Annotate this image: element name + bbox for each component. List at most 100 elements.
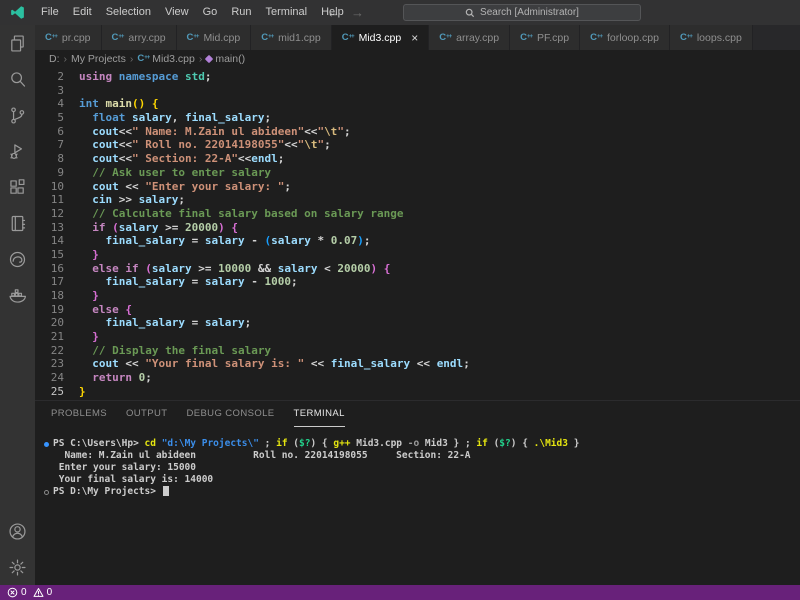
tab-mid3.cpp[interactable]: C++Mid3.cpp× bbox=[332, 25, 430, 50]
code-text: // Display the final salary bbox=[79, 344, 271, 358]
code-text: cout<<" Section: 22-A"<<endl; bbox=[79, 152, 284, 166]
breadcrumb-item-my-projects[interactable]: My Projects bbox=[71, 53, 126, 65]
bottom-panel: PROBLEMS OUTPUT DEBUG CONSOLE TERMINAL PS C… bbox=[35, 400, 800, 585]
code-line[interactable]: 15 } bbox=[35, 248, 800, 262]
panel-tab-debug-console[interactable]: DEBUG CONSOLE bbox=[186, 401, 274, 427]
code-text: cin >> salary; bbox=[79, 193, 185, 207]
tab-forloop.cpp[interactable]: C++forloop.cpp bbox=[580, 25, 670, 50]
extensions-icon[interactable] bbox=[0, 169, 35, 205]
tab-pr.cpp[interactable]: C++pr.cpp bbox=[35, 25, 102, 50]
terminal[interactable]: PS C:\Users\Hp> cd "d:\My Projects\" ; i… bbox=[35, 427, 800, 585]
cpp-file-icon: C++ bbox=[680, 33, 692, 43]
search-icon[interactable] bbox=[0, 61, 35, 97]
code-line[interactable]: 21 } bbox=[35, 330, 800, 344]
code-line[interactable]: 7 cout<<" Roll no. 22014198055"<<"\t"; bbox=[35, 138, 800, 152]
line-number: 6 bbox=[35, 125, 79, 139]
breadcrumb-item-mid3.cpp[interactable]: C++Mid3.cpp bbox=[137, 53, 195, 65]
code-line[interactable]: 25} bbox=[35, 385, 800, 399]
terminal-text: Name: M.Zain ul abideen Roll no. 2201419… bbox=[53, 450, 471, 462]
edge-icon[interactable] bbox=[0, 241, 35, 277]
notebook-icon[interactable] bbox=[0, 205, 35, 241]
status-bar: 0 0 bbox=[0, 585, 800, 600]
code-line[interactable]: 12 // Calculate final salary based on sa… bbox=[35, 207, 800, 221]
account-icon[interactable] bbox=[0, 513, 35, 549]
nav-back-icon[interactable]: ← bbox=[327, 5, 340, 20]
panel-tab-problems[interactable]: PROBLEMS bbox=[51, 401, 107, 427]
title-bar: FileEditSelectionViewGoRunTerminalHelp ←… bbox=[0, 0, 800, 25]
code-line[interactable]: 6 cout<<" Name: M.Zain ul abideen"<<"\t"… bbox=[35, 125, 800, 139]
tab-mid1.cpp[interactable]: C++mid1.cpp bbox=[251, 25, 332, 50]
panel-tab-terminal[interactable]: TERMINAL bbox=[294, 401, 345, 427]
code-line[interactable]: 5 float salary, final_salary; bbox=[35, 111, 800, 125]
cpp-file-icon: C++ bbox=[187, 33, 199, 43]
line-number: 13 bbox=[35, 221, 79, 235]
code-line[interactable]: 9 // Ask user to enter salary bbox=[35, 166, 800, 180]
code-line[interactable]: 19 else { bbox=[35, 303, 800, 317]
code-line[interactable]: 8 cout<<" Section: 22-A"<<endl; bbox=[35, 152, 800, 166]
problems-status[interactable]: 0 0 bbox=[7, 587, 52, 598]
tab-array.cpp[interactable]: C++array.cpp bbox=[429, 25, 510, 50]
breadcrumb-item-main-[interactable]: main() bbox=[206, 53, 245, 65]
settings-icon[interactable] bbox=[0, 549, 35, 585]
code-line[interactable]: 10 cout << "Enter your salary: "; bbox=[35, 180, 800, 194]
menu-view[interactable]: View bbox=[158, 0, 196, 25]
tab-arry.cpp[interactable]: C++arry.cpp bbox=[102, 25, 177, 50]
run-debug-icon[interactable] bbox=[0, 133, 35, 169]
code-line[interactable]: 11 cin >> salary; bbox=[35, 193, 800, 207]
symbol-method-icon bbox=[205, 55, 213, 63]
terminal-line[interactable]: PS C:\Users\Hp> cd "d:\My Projects\" ; i… bbox=[39, 438, 800, 450]
code-line[interactable]: 13 if (salary >= 20000) { bbox=[35, 221, 800, 235]
tab-mid.cpp[interactable]: C++Mid.cpp bbox=[177, 25, 252, 50]
menu-selection[interactable]: Selection bbox=[99, 0, 158, 25]
code-line[interactable]: 24 return 0; bbox=[35, 371, 800, 385]
code-line[interactable]: 22 // Display the final salary bbox=[35, 344, 800, 358]
panel-tabs: PROBLEMS OUTPUT DEBUG CONSOLE TERMINAL bbox=[35, 401, 800, 427]
code-text: final_salary = salary - (salary * 0.07); bbox=[79, 234, 370, 248]
panel-tab-output[interactable]: OUTPUT bbox=[126, 401, 167, 427]
code-line[interactable]: 16 else if (salary >= 10000 && salary < … bbox=[35, 262, 800, 276]
breadcrumb-label: main() bbox=[215, 53, 245, 65]
vscode-logo-icon bbox=[9, 4, 26, 21]
code-line[interactable]: 14 final_salary = salary - (salary * 0.0… bbox=[35, 234, 800, 248]
code-editor[interactable]: 2using namespace std;34int main() {5 flo… bbox=[35, 68, 800, 400]
code-line[interactable]: 18 } bbox=[35, 289, 800, 303]
terminal-gutter bbox=[39, 486, 53, 498]
breadcrumb-item-d-[interactable]: D: bbox=[49, 53, 60, 65]
menu-terminal[interactable]: Terminal bbox=[259, 0, 315, 25]
tab-loops.cpp[interactable]: C++loops.cpp bbox=[670, 25, 753, 50]
code-line[interactable]: 4int main() { bbox=[35, 97, 800, 111]
menu-edit[interactable]: Edit bbox=[66, 0, 99, 25]
code-line[interactable]: 17 final_salary = salary - 1000; bbox=[35, 275, 800, 289]
close-icon[interactable]: × bbox=[411, 32, 418, 44]
code-text: cout<<" Name: M.Zain ul abideen"<<"\t"; bbox=[79, 125, 351, 139]
terminal-gutter bbox=[39, 474, 53, 486]
line-number: 24 bbox=[35, 371, 79, 385]
cpp-file-icon: C++ bbox=[137, 54, 149, 64]
line-number: 17 bbox=[35, 275, 79, 289]
terminal-line[interactable]: Your final salary is: 14000 bbox=[39, 474, 800, 486]
nav-forward-icon[interactable]: → bbox=[351, 5, 364, 20]
search-placeholder: Search [Administrator] bbox=[480, 7, 579, 18]
code-line[interactable]: 23 cout << "Your final salary is: " << f… bbox=[35, 357, 800, 371]
menu-file[interactable]: File bbox=[34, 0, 66, 25]
code-line[interactable]: 20 final_salary = salary; bbox=[35, 316, 800, 330]
code-text: final_salary = salary - 1000; bbox=[79, 275, 298, 289]
terminal-line[interactable]: PS D:\My Projects> bbox=[39, 486, 800, 498]
code-text: // Calculate final salary based on salar… bbox=[79, 207, 404, 221]
editor-group: C++pr.cppC++arry.cppC++Mid.cppC++mid1.cp… bbox=[35, 25, 800, 585]
tab-label: PF.cpp bbox=[537, 32, 569, 44]
code-line[interactable]: 2using namespace std; bbox=[35, 70, 800, 84]
menu-go[interactable]: Go bbox=[196, 0, 225, 25]
terminal-line[interactable]: Name: M.Zain ul abideen Roll no. 2201419… bbox=[39, 450, 800, 462]
terminal-line[interactable]: Enter your salary: 15000 bbox=[39, 462, 800, 474]
cpp-file-icon: C++ bbox=[520, 33, 532, 43]
explorer-icon[interactable] bbox=[0, 25, 35, 61]
code-line[interactable]: 3 bbox=[35, 84, 800, 98]
source-control-icon[interactable] bbox=[0, 97, 35, 133]
docker-icon[interactable] bbox=[0, 277, 35, 313]
command-center-search[interactable]: Search [Administrator] bbox=[403, 4, 641, 21]
tab-pf.cpp[interactable]: C++ PF.cpp bbox=[510, 25, 580, 50]
code-text: else if (salary >= 10000 && salary < 200… bbox=[79, 262, 390, 276]
menu-run[interactable]: Run bbox=[224, 0, 258, 25]
error-icon bbox=[7, 587, 18, 598]
